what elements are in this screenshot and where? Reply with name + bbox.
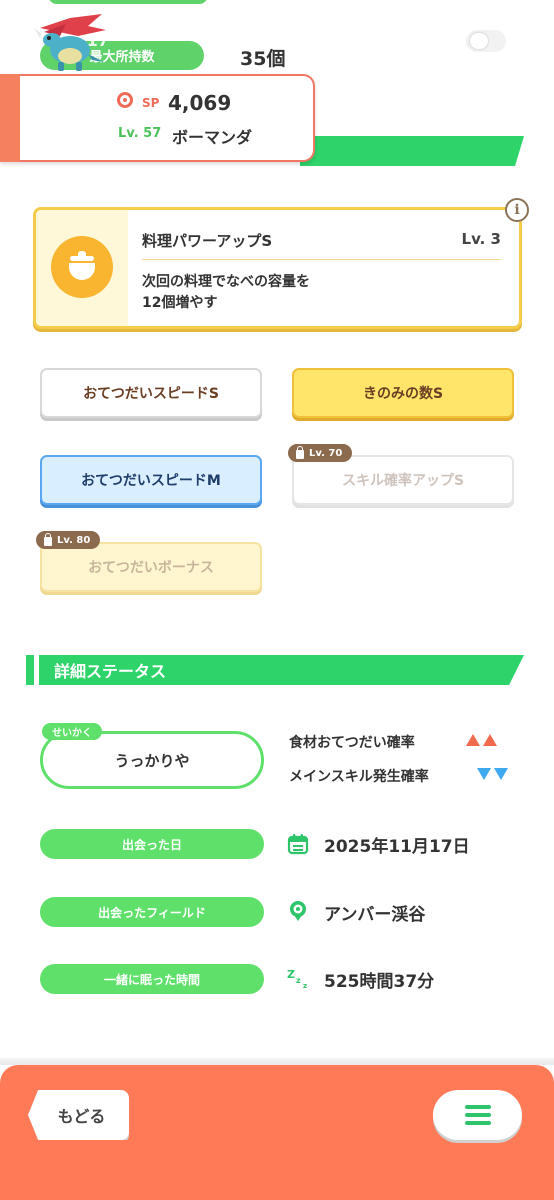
main-skill-divider bbox=[142, 259, 501, 260]
lock-level-tag: Lv. 70 bbox=[288, 444, 353, 462]
nature-up-arrows bbox=[466, 734, 497, 746]
svg-text:Z: Z bbox=[287, 968, 295, 981]
subskill-button-locked[interactable]: おてつだいボーナス bbox=[40, 542, 262, 592]
subskill-button[interactable]: きのみの数S bbox=[292, 368, 514, 418]
pokemon-name: ボーマンダ bbox=[172, 128, 253, 147]
subskill-button[interactable]: おてつだいスピードS bbox=[40, 368, 262, 418]
lock-level-text: Lv. 70 bbox=[309, 447, 343, 459]
lock-level-tag: Lv. 80 bbox=[36, 531, 101, 549]
section-header-band bbox=[300, 136, 524, 166]
nature-up-label: 食材おてつだい確率 bbox=[289, 735, 415, 751]
sp-label: SP bbox=[142, 96, 160, 110]
pokemon-sprite bbox=[34, 14, 106, 71]
sleep-time-pill: 一緒に眠った時間 bbox=[40, 964, 264, 994]
subskill-button[interactable]: おてつだいスピードM bbox=[40, 455, 262, 505]
detail-status-header: 詳細ステータス bbox=[26, 655, 524, 685]
main-skill-icon-panel bbox=[36, 210, 128, 326]
up-arrow-icon bbox=[466, 734, 480, 746]
back-button[interactable]: もどる bbox=[28, 1090, 129, 1140]
pokemon-card[interactable] bbox=[0, 74, 315, 162]
main-skill-title: 料理パワーアップS bbox=[142, 232, 273, 250]
detail-status-title: 詳細ステータス bbox=[54, 662, 167, 681]
nature-down-arrows bbox=[477, 768, 508, 780]
down-arrow-icon bbox=[477, 768, 491, 780]
header-accent-bar bbox=[34, 655, 39, 685]
max-holding-value: 35個 bbox=[240, 48, 286, 70]
met-date-pill: 出会った日 bbox=[40, 829, 264, 859]
calendar-icon bbox=[287, 834, 309, 855]
nature-down-label: メインスキル発生確率 bbox=[289, 769, 429, 785]
sleep-zzz-icon: Z z z bbox=[287, 968, 307, 989]
sleep-time-value: 525時間37分 bbox=[324, 972, 435, 992]
sp-icon bbox=[117, 92, 133, 108]
nature-tag: せいかく bbox=[42, 723, 102, 740]
svg-text:z: z bbox=[303, 982, 307, 989]
faint-toggle-knob bbox=[470, 33, 488, 49]
pokemon-level: Lv. 57 bbox=[118, 126, 162, 141]
pokemon-card-edge bbox=[0, 74, 20, 162]
menu-icon-line bbox=[464, 1113, 491, 1117]
menu-button[interactable] bbox=[433, 1090, 522, 1140]
info-icon[interactable]: i bbox=[505, 198, 529, 222]
pot-icon bbox=[51, 236, 113, 298]
main-skill-level: Lv. 3 bbox=[461, 230, 501, 248]
subskill-button-locked[interactable]: スキル確率アップS bbox=[292, 455, 514, 505]
field-pin-icon bbox=[290, 901, 306, 921]
up-arrow-icon bbox=[483, 734, 497, 746]
nature-value: うっかりや bbox=[114, 751, 190, 770]
top-green-strip bbox=[48, 0, 208, 4]
main-skill-description: 次回の料理でなべの容量を 12個増やす bbox=[142, 274, 310, 311]
down-arrow-icon bbox=[494, 768, 508, 780]
menu-icon-line bbox=[464, 1121, 491, 1125]
sp-value: 4,069 bbox=[168, 91, 232, 115]
lock-level-text: Lv. 80 bbox=[57, 534, 91, 546]
met-date-value: 2025年11月17日 bbox=[324, 837, 470, 857]
lock-icon bbox=[296, 445, 304, 459]
back-button-label: もどる bbox=[57, 1107, 106, 1126]
menu-icon bbox=[464, 1105, 491, 1109]
met-field-value: アンバー渓谷 bbox=[324, 905, 426, 925]
svg-text:z: z bbox=[296, 976, 301, 985]
met-field-pill: 出会ったフィールド bbox=[40, 897, 264, 927]
main-skill-card[interactable]: 料理パワーアップS Lv. 3 次回の料理でなべの容量を 12個増やす bbox=[33, 207, 522, 329]
lock-icon bbox=[44, 532, 52, 546]
bottom-divider bbox=[0, 1058, 554, 1065]
